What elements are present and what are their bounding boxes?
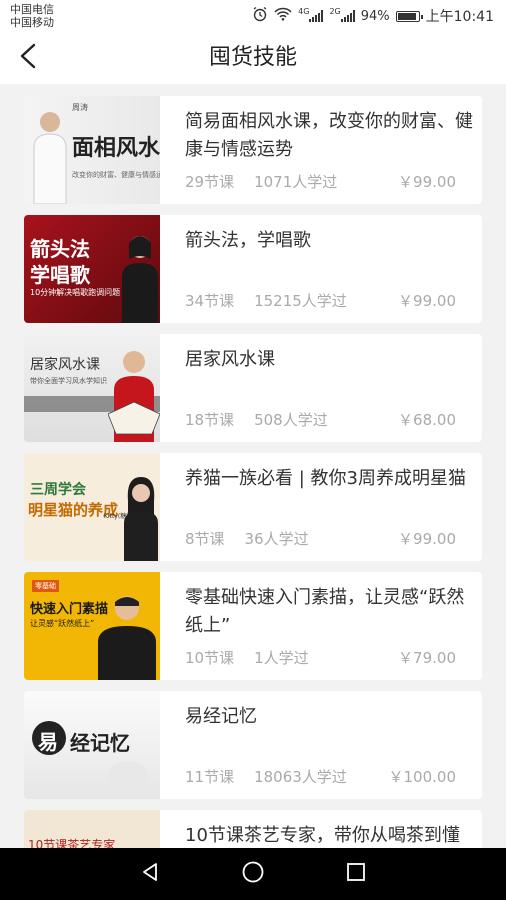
learner-count: 36人学过 — [244, 530, 309, 548]
thumb-title: 三周学会 — [30, 482, 86, 498]
carrier-2: 中国移动 — [10, 16, 54, 29]
clock: 上午10:41 — [425, 9, 494, 25]
battery-percent: 94% — [360, 8, 390, 24]
course-title: 箭头法，学唱歌 — [185, 230, 311, 251]
top-nav-bar: 囤货技能 — [0, 32, 506, 84]
course-card[interactable]: 箭头法 学唱歌 10分钟解决唱歌跑调问题 箭头法，学唱歌 34节课 15215人学… — [24, 215, 482, 323]
battery-icon — [395, 10, 423, 22]
signal-icon — [340, 10, 355, 22]
learner-count: 508人学过 — [254, 411, 328, 429]
course-price: ￥79.00 — [398, 649, 456, 667]
course-card[interactable]: 10节课茶艺专家 10节课茶艺专家，带你从喝茶到懂茶 — [24, 810, 482, 848]
course-meta: 18节课 508人学过 — [185, 409, 348, 430]
alarm-icon — [252, 6, 268, 26]
lesson-count: 29节课 — [185, 173, 235, 191]
course-thumbnail: 10节课茶艺专家 — [24, 810, 160, 848]
system-navigation-bar — [0, 848, 506, 900]
learner-count: 1人学过 — [254, 649, 309, 667]
learner-count: 15215人学过 — [254, 292, 347, 310]
course-card[interactable]: 易 经记忆 易经记忆 11节课 18063人学过 ￥100.00 — [24, 691, 482, 799]
thumb-subtitle: 改变你的财富、健康与情感运势 — [72, 171, 160, 179]
course-thumbnail: 周涛 面相风水课 改变你的财富、健康与情感运势 — [24, 96, 160, 204]
course-meta: 11节课 18063人学过 — [185, 766, 367, 787]
thumb-name: 周涛 — [72, 103, 88, 112]
course-list[interactable]: 周涛 面相风水课 改变你的财富、健康与情感运势 简易面相风水课，改变你的财富、健… — [24, 96, 482, 848]
course-price: ￥99.00 — [398, 292, 456, 310]
course-card[interactable]: 居家风水课 带你全面学习风水学知识 居家风水课 18节课 508人学过 ￥68.0… — [24, 334, 482, 442]
course-meta: 34节课 15215人学过 — [185, 290, 367, 311]
course-card[interactable]: 三周学会 明星猫的养成 Kitty(糖糖) 养猫一族必看 | 教你3周养成明星猫… — [24, 453, 482, 561]
thumb-title: 10节课茶艺专家 — [28, 838, 116, 848]
course-thumbnail: 零基础 快速入门素描 让灵感“跃然纸上” — [24, 572, 160, 680]
network-type-2: 2G — [329, 6, 341, 16]
status-bar: 中国电信 中国移动 4G 2G 94% 上午10:41 — [0, 0, 506, 32]
signal-icon — [309, 10, 324, 22]
thumb-title: 箭头法 — [30, 237, 90, 261]
course-title: 10节课茶艺专家，带你从喝茶到懂茶 — [185, 825, 460, 846]
course-thumbnail: 三周学会 明星猫的养成 Kitty(糖糖) — [24, 453, 160, 561]
lesson-count: 34节课 — [185, 292, 235, 310]
thumb-title: 经记忆 — [70, 731, 130, 755]
course-title: 养猫一族必看 | 教你3周养成明星猫 — [185, 468, 466, 489]
lesson-count: 8节课 — [185, 530, 225, 548]
carrier-1: 中国电信 — [10, 3, 54, 16]
lesson-count: 10节课 — [185, 649, 235, 667]
course-price: ￥99.00 — [398, 530, 456, 548]
course-card[interactable]: 周涛 面相风水课 改变你的财富、健康与情感运势 简易面相风水课，改变你的财富、健… — [24, 96, 482, 204]
thumb-subtitle: 带你全面学习风水学知识 — [30, 377, 107, 385]
course-title: 零基础快速入门素描，让灵感“跃然纸上” — [185, 587, 465, 636]
course-title: 易经记忆 — [185, 706, 257, 727]
course-price: ￥100.00 — [388, 768, 457, 786]
course-thumbnail: 箭头法 学唱歌 10分钟解决唱歌跑调问题 — [24, 215, 160, 323]
lesson-count: 18节课 — [185, 411, 235, 429]
thumb-title: 学唱歌 — [30, 263, 90, 287]
course-price: ￥99.00 — [398, 173, 456, 191]
thumb-subtitle: 10分钟解决唱歌跑调问题 — [30, 288, 121, 297]
course-title: 居家风水课 — [185, 349, 275, 370]
course-title: 简易面相风水课，改变你的财富、健康与情感运势 — [185, 111, 473, 160]
network-type-1: 4G — [298, 6, 310, 16]
thumb-subtitle: 让灵感“跃然纸上” — [30, 619, 95, 628]
lesson-count: 11节课 — [185, 768, 235, 786]
circle-home-icon — [241, 860, 265, 888]
course-card[interactable]: 零基础 快速入门素描 让灵感“跃然纸上” 零基础快速入门素描，让灵感“跃然纸上”… — [24, 572, 482, 680]
system-back-button[interactable] — [136, 860, 164, 888]
system-home-button[interactable] — [239, 860, 267, 888]
course-meta: 29节课 1071人学过 — [185, 171, 357, 192]
course-thumbnail: 易 经记忆 — [24, 691, 160, 799]
course-meta: 8节课 36人学过 — [185, 528, 329, 549]
thumb-title: 面相风水课 — [72, 135, 160, 161]
course-thumbnail: 居家风水课 带你全面学习风水学知识 — [24, 334, 160, 442]
system-recent-button[interactable] — [342, 860, 370, 888]
thumb-tag: 零基础 — [32, 580, 59, 592]
wifi-icon — [274, 7, 292, 25]
learner-count: 18063人学过 — [254, 768, 347, 786]
thumb-title: 易 — [38, 730, 58, 754]
page-title: 囤货技能 — [208, 45, 297, 70]
course-price: ￥68.00 — [398, 411, 456, 429]
course-meta: 10节课 1人学过 — [185, 647, 329, 668]
triangle-back-icon — [139, 861, 161, 887]
square-recent-icon — [345, 861, 367, 887]
thumb-title: 居家风水课 — [30, 357, 100, 373]
learner-count: 1071人学过 — [254, 173, 338, 191]
